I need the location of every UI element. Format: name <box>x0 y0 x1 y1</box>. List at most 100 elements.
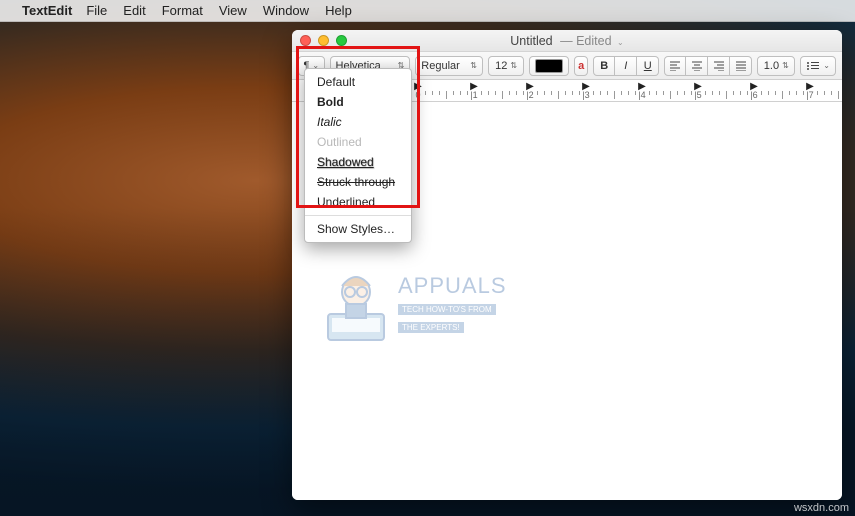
text-color-button[interactable] <box>529 56 569 76</box>
ruler-tick <box>684 91 685 95</box>
ruler-label: |7 <box>806 90 813 100</box>
ruler-tick <box>782 91 783 99</box>
ruler-tick <box>817 91 818 95</box>
ruler-tick <box>544 91 545 95</box>
ruler-tick <box>453 91 454 95</box>
style-item-struck[interactable]: Struck through <box>305 172 411 192</box>
menu-file[interactable]: File <box>86 3 107 18</box>
highlight-color-button[interactable]: a <box>574 56 588 76</box>
style-item-bold[interactable]: Bold <box>305 92 411 112</box>
ruler-tick <box>733 91 734 95</box>
styles-dropdown-menu: Default Bold Italic Outlined Shadowed St… <box>304 68 412 243</box>
ruler-tick <box>502 91 503 99</box>
menu-edit[interactable]: Edit <box>123 3 145 18</box>
ruler-tick <box>649 91 650 95</box>
menu-window[interactable]: Window <box>263 3 309 18</box>
chevron-updown-icon: ⇅ <box>470 61 477 70</box>
ruler-label: |2 <box>526 90 533 100</box>
ruler-tick <box>439 91 440 95</box>
ruler-tick <box>607 91 608 95</box>
align-center-button[interactable] <box>686 56 708 76</box>
style-item-italic[interactable]: Italic <box>305 112 411 132</box>
align-right-button[interactable] <box>708 56 730 76</box>
watermark-sub2: THE EXPERTS! <box>398 322 464 333</box>
zoom-button[interactable] <box>336 35 347 46</box>
minimize-button[interactable] <box>318 35 329 46</box>
ruler-tick <box>705 91 706 95</box>
ruler-tick <box>558 91 559 99</box>
ruler-tick <box>579 91 580 95</box>
watermark-sub1: TECH HOW-TO'S FROM <box>398 304 496 315</box>
font-weight-select[interactable]: Regular⇅ <box>415 56 483 76</box>
ruler-label: |1 <box>470 90 477 100</box>
ruler-tick <box>691 91 692 95</box>
font-size-select[interactable]: 12⇅ <box>488 56 524 76</box>
alignment-segment <box>664 56 752 76</box>
ruler-tick <box>481 91 482 95</box>
ruler-tick <box>803 91 804 95</box>
text-a-icon: a <box>578 60 584 72</box>
ruler-tick <box>747 91 748 95</box>
ruler-tick <box>635 91 636 95</box>
style-item-default[interactable]: Default <box>305 72 411 92</box>
ruler-tick <box>565 91 566 95</box>
style-item-outlined[interactable]: Outlined <box>305 132 411 152</box>
ruler-tick <box>572 91 573 95</box>
ruler-tick <box>523 91 524 95</box>
ruler-tick <box>509 91 510 95</box>
line-spacing-value: 1.0 <box>764 60 779 72</box>
ruler-tick <box>775 91 776 95</box>
ruler-label: |5 <box>694 90 701 100</box>
ruler-tick <box>551 91 552 95</box>
ruler-tick <box>621 91 622 95</box>
ruler-tick <box>446 91 447 99</box>
title-chevron-icon[interactable]: ⌄ <box>617 38 624 47</box>
underline-button[interactable]: U <box>637 56 659 76</box>
align-justify-button[interactable] <box>730 56 752 76</box>
align-left-button[interactable] <box>664 56 686 76</box>
ruler-label: |3 <box>582 90 589 100</box>
ruler-tick <box>460 91 461 95</box>
chevron-down-icon: ⌄ <box>823 61 830 70</box>
ruler-tick <box>719 91 720 95</box>
ruler-tick <box>796 91 797 95</box>
list-style-button[interactable]: ⌄ <box>800 56 836 76</box>
ruler-label: |4 <box>638 90 645 100</box>
ruler-tick <box>740 91 741 95</box>
ruler-tick <box>726 91 727 99</box>
ruler-tick <box>789 91 790 95</box>
ruler-tick <box>593 91 594 95</box>
ruler-tick <box>712 91 713 95</box>
window-title: Untitled — Edited ⌄ <box>510 34 623 48</box>
chevron-updown-icon: ⇅ <box>782 61 789 70</box>
ruler-tick <box>467 91 468 95</box>
italic-button[interactable]: I <box>615 56 637 76</box>
watermark: APPUALS TECH HOW-TO'S FROM THE EXPERTS! <box>320 256 540 352</box>
ruler-tick <box>824 91 825 95</box>
style-item-show-styles[interactable]: Show Styles… <box>305 219 411 239</box>
ruler-tick <box>761 91 762 95</box>
titlebar[interactable]: Untitled — Edited ⌄ <box>292 30 842 52</box>
ruler-tick <box>432 91 433 95</box>
ruler-tick <box>628 91 629 95</box>
menu-separator <box>305 215 411 216</box>
menubar: TextEdit File Edit Format View Window He… <box>0 0 855 22</box>
text-style-segment: B I U <box>593 56 659 76</box>
ruler-label: |6 <box>750 90 757 100</box>
ruler-label: 0 <box>415 90 420 100</box>
color-swatch-icon <box>535 59 563 73</box>
style-item-shadowed[interactable]: Shadowed <box>305 152 411 172</box>
line-spacing-select[interactable]: 1.0⇅ <box>757 56 795 76</box>
close-button[interactable] <box>300 35 311 46</box>
ruler-tick <box>488 91 489 95</box>
menu-help[interactable]: Help <box>325 3 352 18</box>
ruler-tick <box>838 91 839 99</box>
watermark-text: APPUALS TECH HOW-TO'S FROM THE EXPERTS! <box>398 273 507 335</box>
ruler-tick <box>831 91 832 95</box>
style-item-underlined[interactable]: Underlined <box>305 192 411 212</box>
menubar-appname[interactable]: TextEdit <box>22 3 72 18</box>
ruler-tick <box>495 91 496 95</box>
bold-button[interactable]: B <box>593 56 615 76</box>
menu-format[interactable]: Format <box>162 3 203 18</box>
menu-view[interactable]: View <box>219 3 247 18</box>
